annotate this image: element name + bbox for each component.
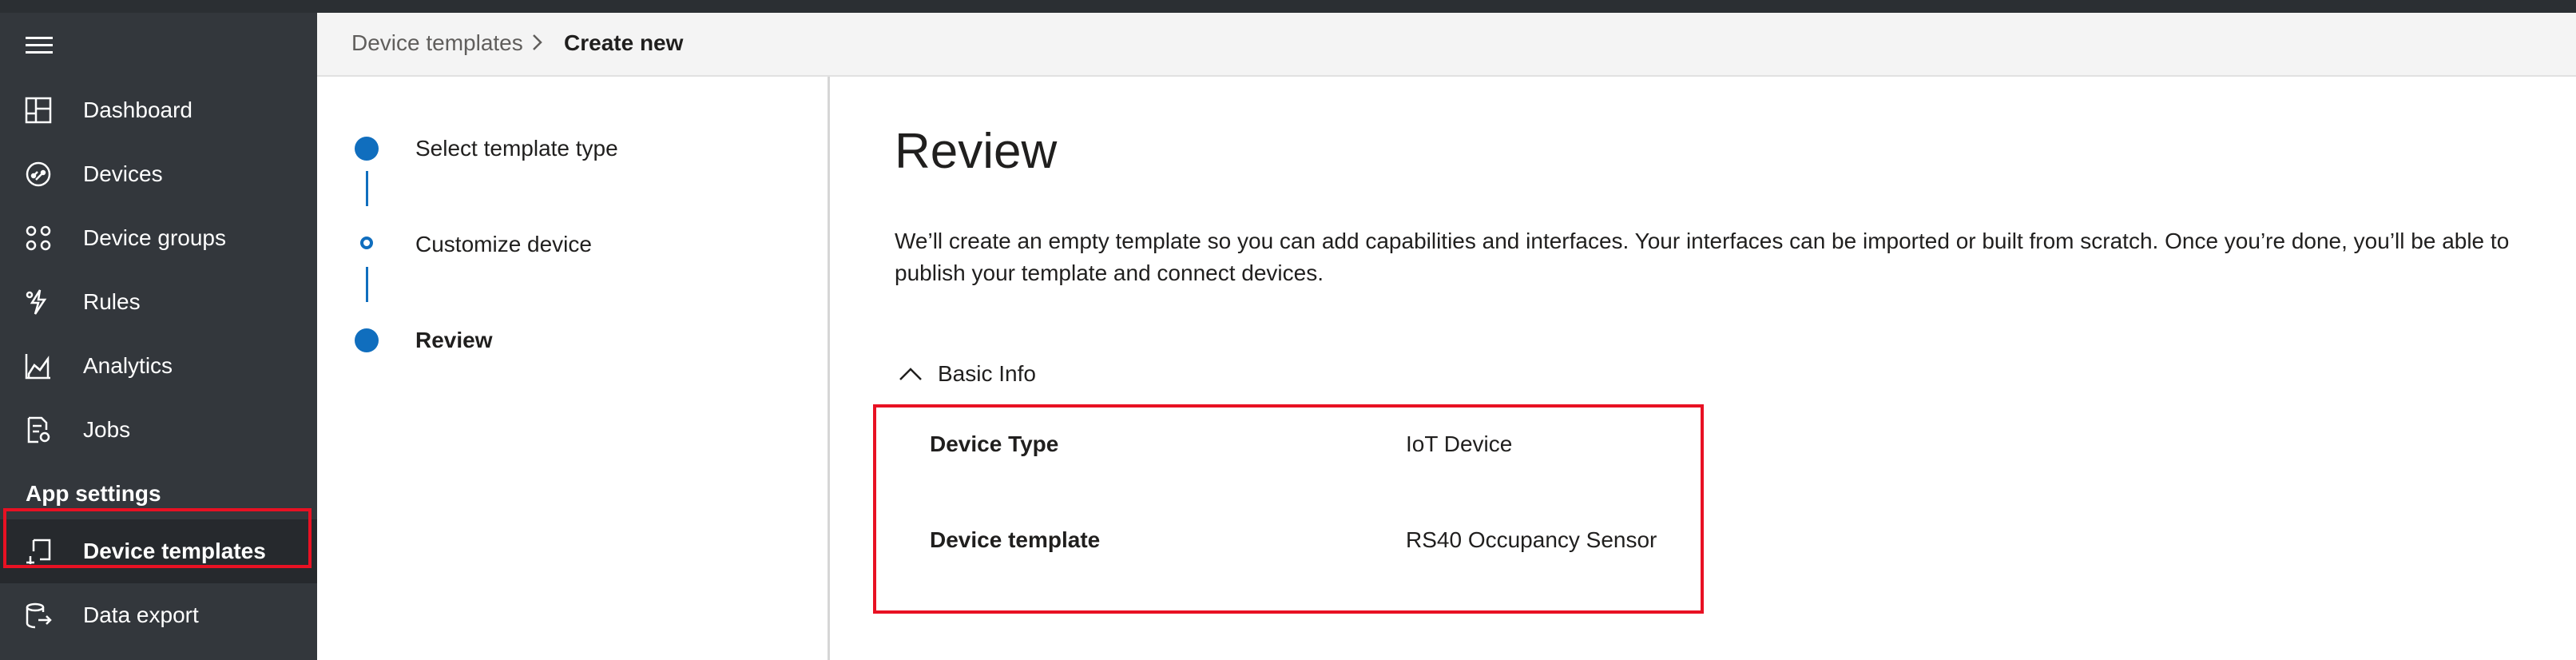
section-title: Basic Info xyxy=(938,361,1036,386)
step-select-template-type[interactable]: Select template type xyxy=(415,136,618,161)
data-export-icon xyxy=(24,601,53,630)
rules-icon xyxy=(24,288,53,316)
jobs-icon xyxy=(24,415,53,444)
analytics-icon xyxy=(24,352,53,380)
devices-icon xyxy=(24,160,53,189)
step-current-dot-icon xyxy=(355,328,379,352)
sidebar-item-data-export[interactable]: Data export xyxy=(0,583,317,647)
sidebar-item-jobs[interactable]: Jobs xyxy=(0,398,317,462)
sidebar-item-label: Dashboard xyxy=(83,97,193,122)
device-template-value: RS40 Occupancy Sensor xyxy=(1406,527,1657,552)
basic-info-toggle[interactable]: Basic Info xyxy=(898,358,1036,390)
wizard-steps: Select template type Customize device Re… xyxy=(317,77,830,660)
step-complete-dot-icon xyxy=(355,137,379,161)
device-type-label: Device Type xyxy=(930,431,1059,456)
sidebar-item-device-groups[interactable]: Device groups xyxy=(0,206,317,270)
device-type-value: IoT Device xyxy=(1406,431,1513,456)
step-pending-dot-icon xyxy=(360,237,373,249)
hamburger-menu-icon[interactable] xyxy=(26,37,53,54)
chevron-right-icon xyxy=(531,30,544,60)
dashboard-icon xyxy=(24,96,53,125)
chevron-up-icon xyxy=(899,368,922,380)
step-connector xyxy=(366,267,368,302)
review-description: We’ll create an empty template so you ca… xyxy=(895,229,2510,285)
step-customize-device[interactable]: Customize device xyxy=(415,232,592,257)
sidebar-item-label: Jobs xyxy=(83,417,131,442)
page-title: Review xyxy=(895,124,1058,179)
sidebar-item-devices[interactable]: Devices xyxy=(0,142,317,206)
sidebar-item-label: Rules xyxy=(83,289,141,314)
sidebar-item-label: Analytics xyxy=(83,353,173,378)
review-panel: Review We’ll create an empty template so… xyxy=(831,77,2576,660)
sidebar-item-analytics[interactable]: Analytics xyxy=(0,334,317,398)
sidebar-item-label: Device groups xyxy=(83,225,226,250)
sidebar-item-label: Devices xyxy=(83,161,163,186)
highlight-box-device-templates xyxy=(3,508,312,568)
sidebar-item-label: Data export xyxy=(83,602,199,627)
step-connector xyxy=(366,171,368,206)
device-template-label: Device template xyxy=(930,527,1101,552)
device-groups-icon xyxy=(24,224,53,252)
breadcrumb-parent-link[interactable]: Device templates xyxy=(351,30,523,56)
breadcrumb-current: Create new xyxy=(564,30,684,55)
basic-info-table: Device Type IoT Device Device template R… xyxy=(873,404,1704,614)
step-review[interactable]: Review xyxy=(415,328,493,353)
breadcrumb: Device templates Create new xyxy=(317,13,2576,77)
sidebar-item-rules[interactable]: Rules xyxy=(0,270,317,334)
app-settings-heading: App settings xyxy=(26,481,161,506)
top-bar xyxy=(0,0,2576,13)
sidebar-item-dashboard[interactable]: Dashboard xyxy=(0,78,317,142)
